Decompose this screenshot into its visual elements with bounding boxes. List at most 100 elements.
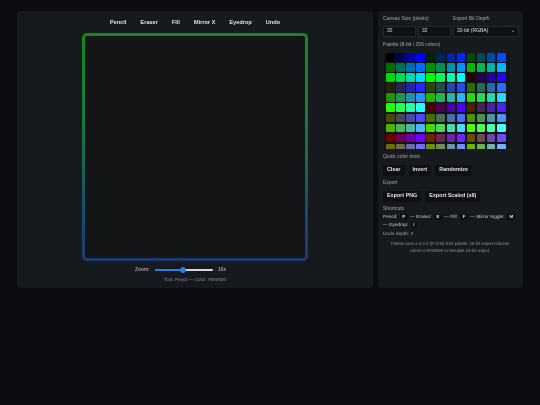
- palette-swatch[interactable]: [466, 113, 476, 123]
- palette-swatch[interactable]: [486, 103, 496, 112]
- palette-swatch[interactable]: [456, 133, 466, 143]
- palette-swatch[interactable]: [466, 143, 476, 149]
- palette-swatch[interactable]: [436, 103, 445, 112]
- palette-swatch[interactable]: [497, 103, 506, 112]
- palette-swatch[interactable]: [416, 103, 425, 112]
- tool-fill-button[interactable]: Fill: [167, 17, 185, 29]
- tool-undo-button[interactable]: Undo: [261, 17, 285, 29]
- tool-eraser-button[interactable]: Eraser: [135, 17, 162, 29]
- palette-swatch[interactable]: [446, 93, 456, 102]
- palette-swatch[interactable]: [416, 73, 425, 82]
- palette-swatch[interactable]: [396, 93, 405, 102]
- palette-swatch[interactable]: [426, 143, 435, 149]
- palette-swatch[interactable]: [406, 133, 415, 143]
- palette-swatch[interactable]: [486, 143, 496, 149]
- palette-swatch[interactable]: [497, 83, 506, 92]
- palette-swatch[interactable]: [466, 73, 476, 82]
- palette-swatch[interactable]: [406, 143, 415, 149]
- palette-swatch[interactable]: [446, 143, 456, 149]
- palette-swatch[interactable]: [406, 83, 415, 92]
- palette-swatch[interactable]: [436, 93, 445, 102]
- palette-swatch[interactable]: [446, 53, 456, 62]
- palette-swatch[interactable]: [456, 123, 466, 133]
- tool-pencil-button[interactable]: Pencil: [105, 17, 131, 29]
- palette-swatch[interactable]: [426, 113, 435, 123]
- palette-swatch[interactable]: [416, 143, 425, 149]
- palette-swatch[interactable]: [386, 113, 395, 123]
- palette-swatch[interactable]: [386, 93, 395, 102]
- palette-swatch[interactable]: [426, 73, 435, 82]
- palette-swatch[interactable]: [446, 73, 456, 82]
- palette-swatch[interactable]: [436, 53, 445, 62]
- palette-swatch[interactable]: [416, 83, 425, 92]
- palette-swatch[interactable]: [396, 143, 405, 149]
- palette-swatch[interactable]: [436, 73, 445, 82]
- clear-button[interactable]: Clear: [383, 165, 405, 176]
- palette-swatch[interactable]: [476, 133, 486, 143]
- palette-swatch[interactable]: [406, 53, 415, 62]
- pixel-canvas[interactable]: [82, 33, 308, 261]
- palette-swatch[interactable]: [466, 123, 476, 133]
- palette-swatch[interactable]: [476, 113, 486, 123]
- palette-swatch[interactable]: [456, 103, 466, 112]
- palette-swatch[interactable]: [476, 143, 486, 149]
- palette-swatch[interactable]: [436, 133, 445, 143]
- palette-swatch[interactable]: [396, 73, 405, 82]
- palette-swatch[interactable]: [446, 123, 456, 133]
- palette-swatch[interactable]: [406, 73, 415, 82]
- palette-swatch[interactable]: [476, 53, 486, 62]
- palette-swatch[interactable]: [466, 133, 476, 143]
- palette-swatch[interactable]: [486, 53, 496, 62]
- palette-swatch[interactable]: [406, 93, 415, 102]
- palette-swatch[interactable]: [426, 63, 435, 72]
- palette-swatch[interactable]: [416, 93, 425, 102]
- palette-swatch[interactable]: [486, 83, 496, 92]
- palette-swatch[interactable]: [446, 83, 456, 92]
- palette-swatch[interactable]: [406, 63, 415, 72]
- invert-button[interactable]: Invert: [408, 165, 432, 176]
- palette-swatch[interactable]: [497, 133, 506, 143]
- palette-swatch[interactable]: [476, 93, 486, 102]
- palette-swatch[interactable]: [386, 103, 395, 112]
- palette-swatch[interactable]: [456, 63, 466, 72]
- palette-swatch[interactable]: [456, 83, 466, 92]
- palette-swatch[interactable]: [386, 53, 395, 62]
- palette-swatch[interactable]: [406, 123, 415, 133]
- palette-swatch[interactable]: [426, 103, 435, 112]
- palette-swatch[interactable]: [396, 53, 405, 62]
- palette-swatch[interactable]: [497, 53, 506, 62]
- palette-swatch[interactable]: [446, 103, 456, 112]
- palette-swatch[interactable]: [436, 63, 445, 72]
- palette-swatch[interactable]: [436, 143, 445, 149]
- palette-swatch[interactable]: [497, 143, 506, 149]
- tool-mirror-x-button[interactable]: Mirror X: [189, 17, 220, 29]
- palette-swatch[interactable]: [486, 113, 496, 123]
- palette-swatch[interactable]: [446, 133, 456, 143]
- palette-swatch[interactable]: [426, 133, 435, 143]
- palette-swatch[interactable]: [416, 133, 425, 143]
- palette-swatch[interactable]: [406, 113, 415, 123]
- palette-swatch[interactable]: [386, 133, 395, 143]
- zoom-slider[interactable]: [154, 265, 213, 275]
- palette-swatch[interactable]: [456, 53, 466, 62]
- palette-swatch[interactable]: [486, 133, 496, 143]
- palette-swatch[interactable]: [497, 123, 506, 133]
- palette-swatch[interactable]: [396, 103, 405, 112]
- randomize-button[interactable]: Randomize: [435, 165, 472, 176]
- palette-swatch[interactable]: [396, 123, 405, 133]
- palette-swatch[interactable]: [396, 83, 405, 92]
- palette-swatch[interactable]: [466, 93, 476, 102]
- palette-swatch[interactable]: [386, 143, 395, 149]
- palette-swatch[interactable]: [426, 83, 435, 92]
- palette-swatch[interactable]: [466, 83, 476, 92]
- canvas-width-input[interactable]: 32: [383, 26, 416, 37]
- palette-swatch[interactable]: [456, 93, 466, 102]
- palette-swatch[interactable]: [436, 83, 445, 92]
- bit-depth-select[interactable]: 32-bit (RGBA) ⌄: [453, 26, 519, 37]
- palette-swatch[interactable]: [466, 103, 476, 112]
- palette-swatch[interactable]: [476, 123, 486, 133]
- palette-swatch[interactable]: [456, 143, 466, 149]
- palette-swatch[interactable]: [416, 53, 425, 62]
- palette-swatch[interactable]: [497, 63, 506, 72]
- palette-swatch[interactable]: [486, 63, 496, 72]
